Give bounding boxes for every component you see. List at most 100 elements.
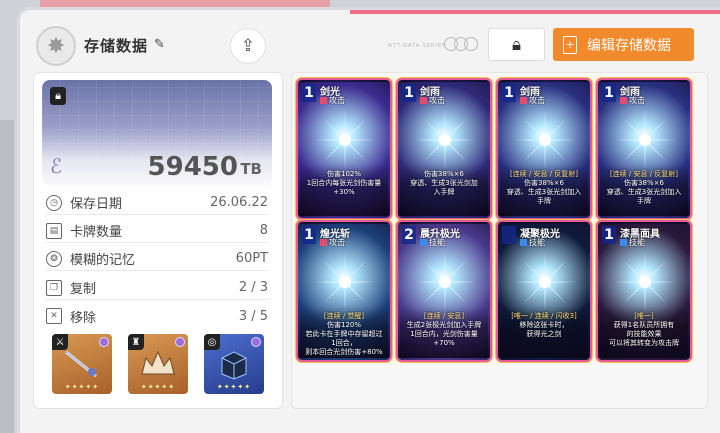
card-description: [唯一] 获得1名队员所拥有 的技能效果 可以将其转变为攻击牌 bbox=[600, 306, 688, 358]
skill-card[interactable]: 1 漆黑面具 技能 [唯一] 获得1名队员所拥有 的技能效果 可以将其转变为攻击牌 bbox=[598, 222, 690, 360]
skill-card[interactable]: 1 剑雨 攻击 [连续 / 安息 / 反复射] 伤害38%×6 穿透、生成3张光剑加入手牌 bbox=[498, 80, 590, 218]
card-description-line: [连续 / 觉醒] bbox=[323, 312, 365, 320]
stat-label: 复制 bbox=[70, 282, 97, 297]
card-art bbox=[415, 110, 475, 170]
card-cost: 2 bbox=[402, 226, 416, 244]
card-description-line: +70% bbox=[433, 339, 455, 347]
card-art bbox=[315, 252, 375, 312]
equipment-weapon[interactable]: ⚔ ✦✦✦✦✦ bbox=[52, 334, 112, 394]
card-description-line: 伤害38%×6 bbox=[524, 179, 564, 187]
card-cost: 1 bbox=[602, 226, 616, 244]
clock-icon: ◷ bbox=[46, 194, 62, 211]
cube-art bbox=[221, 351, 247, 380]
card-type-label: 技能 bbox=[429, 238, 445, 247]
remove-icon: ✕ bbox=[46, 308, 62, 324]
card-description-line: [连续 / 安息] bbox=[423, 312, 465, 320]
stat-value: 8 bbox=[259, 223, 268, 238]
card-description: 伤害38%×6 穿透、生成3张光剑加 入手牌 bbox=[400, 164, 488, 216]
storage-card: 🔒︎ ℰ 59450 TB bbox=[42, 80, 272, 186]
card-description-line: 穿透、生成3张光剑加入手牌 bbox=[506, 188, 582, 205]
header: ✸ 存储数据 ✎ ⇪ NTT-DATA-SERIES 🔒︎ + 编辑存储数据 bbox=[20, 10, 720, 70]
brand-text: NTT-DATA-SERIES bbox=[388, 43, 447, 49]
card-cost: 1 bbox=[502, 84, 516, 102]
storage-value: 59450 bbox=[147, 152, 238, 182]
card-description-line: [唯一] bbox=[634, 312, 654, 320]
stat-label: 卡牌数量 bbox=[70, 225, 123, 240]
card-type-label: 攻击 bbox=[629, 96, 645, 105]
card-art bbox=[515, 252, 575, 312]
rings-logo bbox=[444, 37, 480, 51]
card-description-line: 的技能效果 bbox=[626, 330, 662, 338]
card-type-label: 攻击 bbox=[329, 238, 345, 247]
card-description-line: 1回合内，光剑伤害量 bbox=[410, 330, 478, 338]
card-description-line: [连续 / 安息 / 反复射] bbox=[609, 170, 679, 178]
card-description-line: 1回合内每张光剑伤害量 bbox=[306, 179, 382, 187]
stat-value: 26.06.22 bbox=[210, 195, 268, 210]
card-type-label: 攻击 bbox=[529, 96, 545, 105]
card-description-line: 穿透、生成3张光剑加 bbox=[410, 179, 478, 187]
card-description-line: 移除这张卡时， bbox=[519, 321, 569, 329]
card-type-icon bbox=[320, 97, 327, 104]
card-type: 技能 bbox=[620, 237, 645, 248]
card-cost: 1 bbox=[302, 226, 316, 244]
stat-label: 移除 bbox=[70, 310, 97, 326]
edit-name-icon[interactable]: ✎ bbox=[154, 37, 165, 52]
stat-label: 保存日期 bbox=[70, 197, 123, 212]
card-description-line: 则本回合光剑伤害+80% bbox=[305, 348, 383, 356]
stat-value: 2 / 3 bbox=[238, 280, 268, 295]
lock-icon: 🔒︎ bbox=[50, 87, 66, 105]
equipment-armor[interactable]: ♜ ✦✦✦✦✦ bbox=[128, 334, 188, 394]
skill-card[interactable]: 2 晨升极光 技能 [连续 / 安息] 生成2张极光剑加入手牌 1回合内，光剑伤害量 +70… bbox=[398, 222, 490, 360]
card-type-icon bbox=[520, 97, 527, 104]
card-type: 攻击 bbox=[520, 95, 545, 106]
card-art bbox=[315, 110, 375, 170]
skill-card[interactable]: 1 剑雨 攻击 [连续 / 安息 / 反复射] 伤害38%×6 穿透、生成3张光剑加入手牌 bbox=[598, 80, 690, 218]
stat-save-date: ◷ 保存日期 26.06.22 bbox=[46, 191, 268, 215]
infinity-logo-icon: ℰ bbox=[50, 154, 63, 178]
skill-card[interactable]: 1 剑雨 攻击 伤害38%×6 穿透、生成3张光剑加 入手牌 bbox=[398, 80, 490, 218]
stat-label: 模糊的记忆 bbox=[70, 253, 136, 268]
card-cost: 1 bbox=[402, 84, 416, 102]
lock-button[interactable]: 🔒︎ bbox=[488, 28, 545, 61]
skill-card[interactable]: 1 煌光斩 攻击 [连续 / 觉醒] 伤害120% 若此卡在手牌中存留超过1回合， 则本回合… bbox=[298, 222, 390, 360]
card-type: 攻击 bbox=[320, 237, 345, 248]
share-button[interactable]: ⇪ bbox=[230, 28, 266, 64]
card-description: [连续 / 觉醒] 伤害120% 若此卡在手牌中存留超过1回合， 则本回合光剑伤害+8… bbox=[300, 306, 388, 358]
card-cost bbox=[502, 226, 516, 244]
card-description: [连续 / 安息 / 反复射] 伤害38%×6 穿透、生成3张光剑加入手牌 bbox=[600, 164, 688, 216]
card-type: 攻击 bbox=[420, 95, 445, 106]
card-cost: 1 bbox=[302, 84, 316, 102]
card-description: 伤害102% 1回合内每张光剑伤害量 +30% bbox=[300, 164, 388, 216]
card-type-icon bbox=[520, 239, 527, 246]
card-description-line: 生成2张极光剑加入手牌 bbox=[406, 321, 482, 329]
card-type-icon bbox=[420, 239, 427, 246]
card-art bbox=[515, 110, 575, 170]
edit-storage-data-button[interactable]: + 编辑存储数据 bbox=[553, 28, 694, 61]
gem-icon bbox=[251, 337, 261, 347]
stat-remove: ✕ 移除 3 / 5 bbox=[46, 304, 268, 328]
card-type-icon bbox=[420, 97, 427, 104]
card-art bbox=[615, 110, 675, 170]
card-cost: 1 bbox=[602, 84, 616, 102]
card-type: 技能 bbox=[520, 237, 545, 248]
card-type-label: 攻击 bbox=[429, 96, 445, 105]
equipment-accessory[interactable]: ◎ ✦✦✦✦✦ bbox=[204, 334, 264, 394]
card-description-line: +30% bbox=[333, 188, 355, 196]
lock-icon: 🔒︎ bbox=[511, 34, 522, 55]
card-type: 攻击 bbox=[620, 95, 645, 106]
cards-icon: ▤ bbox=[46, 222, 62, 239]
card-type-icon bbox=[620, 97, 627, 104]
avatar[interactable]: ✸ bbox=[36, 26, 76, 66]
skill-card[interactable]: 1 剑光 攻击 伤害102% 1回合内每张光剑伤害量 +30% bbox=[298, 80, 390, 218]
card-type: 技能 bbox=[420, 237, 445, 248]
skill-card[interactable]: 凝聚极光 技能 [唯一 / 连续 / 闪收3] 移除这张卡时， 获得光之剑 bbox=[498, 222, 590, 360]
brain-icon: ❂ bbox=[46, 250, 62, 267]
card-description: [唯一 / 连续 / 闪收3] 移除这张卡时， 获得光之剑 bbox=[500, 306, 588, 358]
card-description: [连续 / 安息] 生成2张极光剑加入手牌 1回合内，光剑伤害量 +70% bbox=[400, 306, 488, 358]
background-side bbox=[0, 120, 14, 433]
card-type-icon bbox=[620, 239, 627, 246]
card-description-line: 获得光之剑 bbox=[526, 330, 562, 338]
stat-value: 60PT bbox=[235, 251, 268, 266]
card-type-label: 技能 bbox=[629, 238, 645, 247]
card-type-icon bbox=[320, 239, 327, 246]
